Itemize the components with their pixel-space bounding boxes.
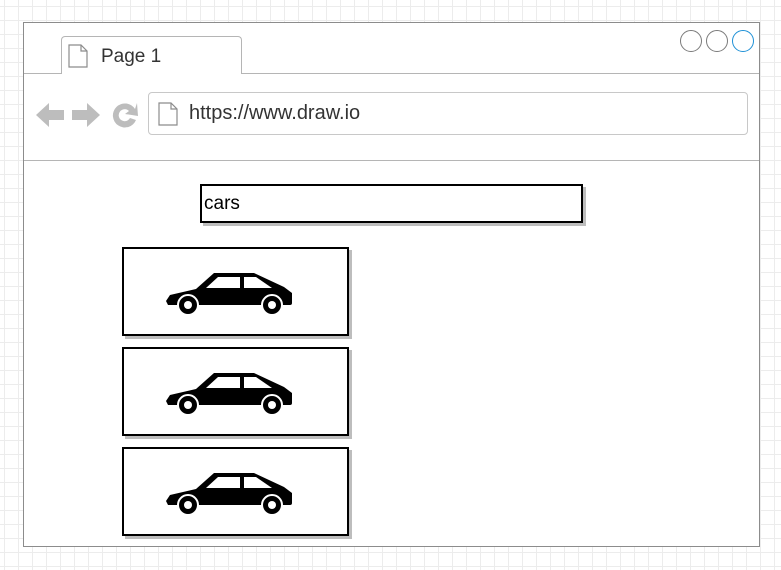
search-input[interactable] — [200, 184, 583, 223]
car-icon — [166, 373, 292, 416]
result-card[interactable] — [122, 447, 349, 536]
car-icon — [166, 473, 292, 516]
tab-label: Page 1 — [101, 46, 162, 67]
window-controls — [680, 30, 754, 52]
result-card[interactable] — [122, 347, 349, 436]
address-bar[interactable]: https://www.draw.io — [148, 92, 748, 135]
result-card[interactable] — [122, 247, 349, 336]
arrow-left-icon[interactable] — [35, 100, 65, 130]
maximize-icon[interactable] — [706, 30, 728, 52]
arrow-right-icon[interactable] — [71, 100, 101, 130]
tab-page-1[interactable]: Page 1 — [61, 36, 242, 74]
address-url[interactable]: https://www.draw.io — [189, 102, 360, 125]
page-icon — [158, 102, 178, 126]
car-icon — [166, 273, 292, 316]
reload-icon[interactable] — [110, 100, 140, 130]
close-icon[interactable] — [732, 30, 754, 52]
page-icon — [68, 44, 88, 68]
minimize-icon[interactable] — [680, 30, 702, 52]
toolbar-divider — [24, 160, 759, 161]
browser-window: Page 1 https://www.draw.io — [23, 22, 760, 547]
